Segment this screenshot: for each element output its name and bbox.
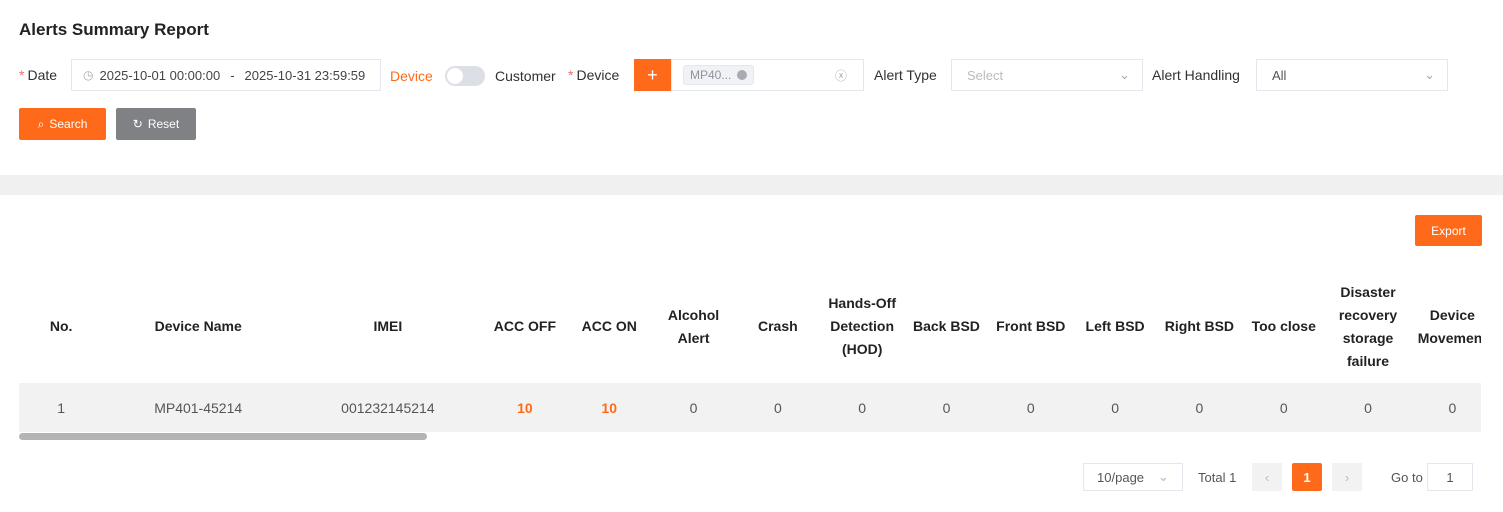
date-range-picker[interactable]: ◷ 2025-10-01 00:00:00 - 2025-10-31 23:59… (71, 59, 381, 91)
column-header: No. (49, 318, 73, 334)
section-divider (0, 175, 1503, 195)
next-page-button[interactable]: › (1332, 463, 1362, 491)
alerts-table: No. Device Name IMEI ACC OFF ACC ON Alcohol A… (19, 270, 1481, 442)
reset-button[interactable]: ↻ Reset (116, 108, 196, 140)
table-header-row: No. Device Name IMEI ACC OFF ACC ON Alcohol A… (19, 270, 1481, 383)
chevron-left-icon: ‹ (1264, 469, 1270, 485)
table-cell: 0 (735, 383, 820, 432)
table-cell: MP401-45214 (103, 383, 294, 432)
alert-type-placeholder: Select (967, 67, 1004, 83)
column-header: Left BSD (1085, 318, 1145, 334)
page-size-select[interactable]: 10/page ⌄ (1083, 463, 1183, 491)
date-separator: - (230, 67, 235, 83)
table-cell: 001232145214 (293, 383, 483, 432)
add-device-button[interactable]: + (634, 59, 671, 91)
alert-handling-value: All (1272, 67, 1287, 83)
table-cell: 0 (1325, 383, 1411, 432)
date-start[interactable]: 2025-10-01 00:00:00 (99, 68, 220, 83)
device-label: * Device (568, 67, 620, 83)
column-header: Front BSD (996, 318, 1066, 334)
date-label: * Date (19, 67, 58, 83)
column-header: Hands-Off Detection (HOD) (828, 295, 896, 357)
column-header: ACC OFF (493, 318, 557, 334)
chevron-down-icon: ⌄ (1119, 67, 1130, 82)
page-title: Alerts Summary Report (19, 20, 209, 39)
table-cell: 0 (651, 383, 736, 432)
alert-type-label: Alert Type (874, 67, 937, 83)
chevron-down-icon: ⌄ (1158, 469, 1169, 484)
table-cell: 0 (1157, 383, 1242, 432)
device-tag: MP40... (683, 65, 755, 85)
tag-close-icon[interactable] (737, 70, 748, 80)
table-cell: 0 (1072, 383, 1158, 432)
search-icon: ⌕ (37, 116, 45, 131)
reset-label: Reset (147, 117, 180, 131)
table-cell: 0 (1410, 383, 1481, 432)
column-header: Back BSD (913, 318, 980, 334)
table-cell: 0 (820, 383, 905, 432)
alert-type-select[interactable]: Select ⌄ (951, 59, 1143, 91)
prev-page-button[interactable]: ‹ (1252, 463, 1282, 491)
alert-handling-select[interactable]: All ⌄ (1256, 59, 1448, 91)
device-customer-toggle[interactable] (445, 66, 485, 86)
column-header: Device Name (154, 318, 242, 334)
column-header: Device Movement (1417, 306, 1481, 346)
column-header: IMEI (373, 318, 403, 334)
goto-input[interactable]: 1 (1427, 463, 1473, 491)
date-label-text: Date (27, 67, 58, 83)
table-cell: 0 (1241, 383, 1326, 432)
table-cell[interactable]: 10 (567, 383, 652, 432)
table-cell: 1 (19, 383, 104, 432)
device-label-text: Device (576, 67, 620, 83)
alert-handling-label: Alert Handling (1152, 67, 1240, 83)
chevron-down-icon: ⌄ (1424, 67, 1435, 82)
horizontal-scrollbar[interactable] (19, 433, 427, 440)
page-1-button[interactable]: 1 (1292, 463, 1322, 491)
clear-icon[interactable]: ⓧ (835, 67, 847, 84)
search-label: Search (49, 117, 88, 131)
toggle-customer-label[interactable]: Customer (495, 68, 556, 84)
table-cell: 0 (988, 383, 1073, 432)
column-header: ACC ON (581, 318, 637, 334)
device-select[interactable]: MP40... ⓧ (671, 59, 864, 91)
table-cell[interactable]: 10 (482, 383, 568, 432)
goto-label: Go to (1391, 469, 1423, 485)
column-header: Disaster recovery storage failure (1338, 283, 1398, 369)
toggle-knob (447, 68, 463, 84)
total-count: Total 1 (1198, 469, 1237, 485)
search-button[interactable]: ⌕ Search (19, 108, 106, 140)
column-header: Right BSD (1164, 318, 1235, 334)
column-header: Crash (758, 318, 798, 334)
refresh-icon: ↻ (132, 117, 143, 131)
table-cell: 0 (904, 383, 989, 432)
clock-icon: ◷ (83, 68, 94, 82)
table-row: 1MP401-45214001232145214101000000000000 (19, 383, 1481, 432)
page-size-value: 10/page (1097, 469, 1145, 485)
export-button[interactable]: Export (1415, 215, 1482, 246)
toggle-device-label[interactable]: Device (390, 68, 433, 84)
date-end[interactable]: 2025-10-31 23:59:59 (245, 68, 366, 83)
device-tag-text: MP40... (690, 68, 732, 82)
column-header: Alcohol Alert (667, 306, 720, 346)
column-header: Too close (1251, 318, 1316, 334)
chevron-right-icon: › (1344, 469, 1350, 485)
plus-icon: + (647, 64, 658, 85)
